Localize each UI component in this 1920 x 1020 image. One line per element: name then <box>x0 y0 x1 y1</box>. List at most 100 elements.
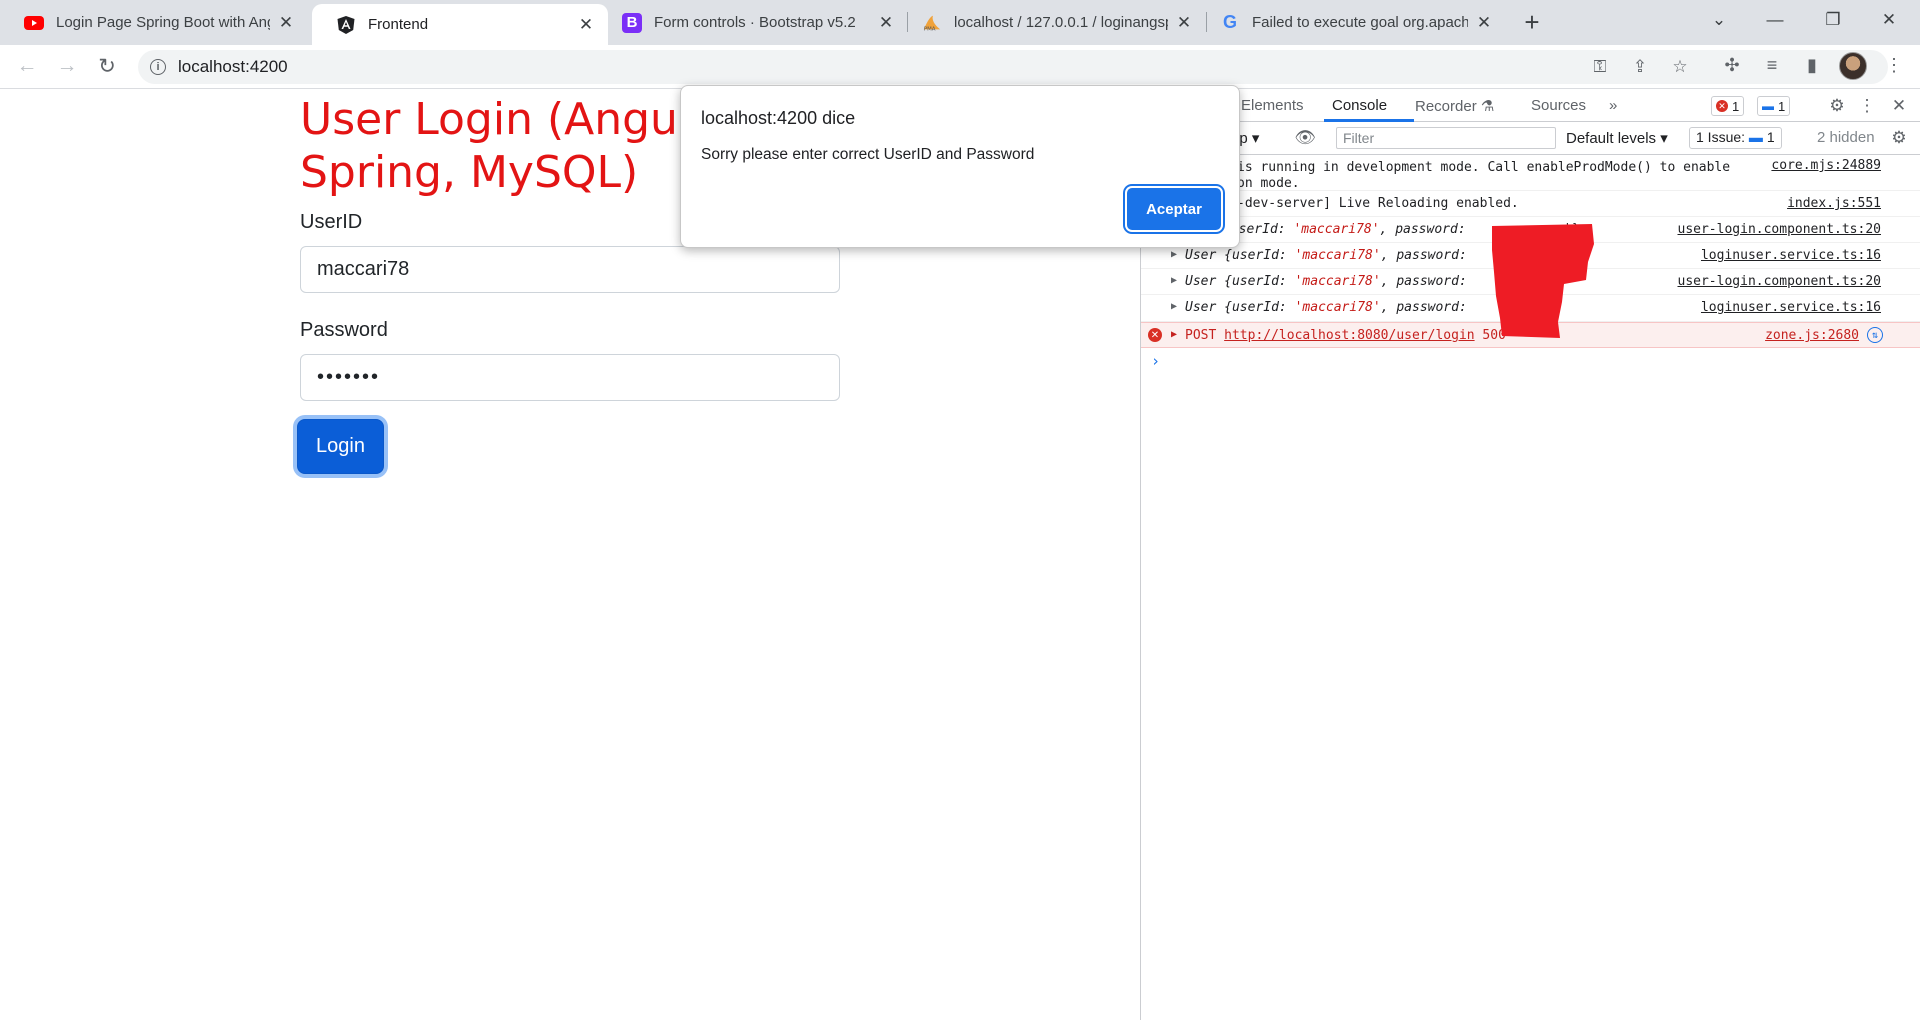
tab-title: localhost / 127.0.0.1 / loginangsp <box>954 14 1168 31</box>
console-filter-input[interactable]: Filter <box>1336 127 1556 149</box>
tab-sources[interactable]: Sources <box>1531 97 1586 114</box>
levels-label: Default levels <box>1566 130 1657 147</box>
console-error-text: POST http://localhost:8080/user/login 50… <box>1185 328 1506 344</box>
password-label: Password <box>300 319 388 341</box>
redaction-scribble <box>1492 224 1594 338</box>
devtools-tabbar: Elements Console Recorder ⚗ Sources » ✕ … <box>1141 89 1920 122</box>
console-prompt[interactable]: › <box>1141 348 1920 374</box>
login-button[interactable]: Login <box>297 419 384 474</box>
expand-caret-icon[interactable]: ▶ <box>1171 329 1177 340</box>
expand-caret-icon[interactable]: ▶ <box>1171 249 1177 260</box>
alert-dialog: localhost:4200 dice Sorry please enter c… <box>680 85 1240 248</box>
star-icon[interactable]: ☆ <box>1668 56 1692 78</box>
console-source-link[interactable]: loginuser.service.ts:16 <box>1701 248 1881 263</box>
avatar[interactable] <box>1839 52 1867 80</box>
console-settings-icon[interactable]: ⚙ <box>1889 128 1909 148</box>
dialog-ok-button[interactable]: Aceptar <box>1127 188 1221 230</box>
key-icon[interactable]: ⚿ <box>1588 56 1612 78</box>
console-toolbar: op ▾ 👁 Filter Default levels ▾ 1 Issue: … <box>1141 122 1920 155</box>
issue-icon: ▬ <box>1748 129 1763 145</box>
issues-button[interactable]: 1 Issue: ▬ 1 <box>1689 127 1782 149</box>
tab-console[interactable]: Console <box>1332 97 1387 114</box>
forward-button[interactable]: → <box>52 51 82 81</box>
phpmyadmin-icon: PMA <box>922 13 942 33</box>
console-source-link[interactable]: loginuser.service.ts:16 <box>1701 300 1881 315</box>
back-button[interactable]: ← <box>12 51 42 81</box>
console-prefix: User <box>1185 300 1225 315</box>
more-options-icon[interactable]: ⋮ <box>1857 96 1877 116</box>
message-badge[interactable]: ▬ 1 <box>1757 96 1791 116</box>
close-window-button[interactable]: ✕ <box>1866 0 1912 40</box>
flask-icon: ⚗ <box>1480 98 1495 115</box>
user-id-value: 'maccari78' <box>1294 248 1381 263</box>
close-tab-icon[interactable]: ✕ <box>576 15 596 35</box>
close-tab-icon[interactable]: ✕ <box>276 13 296 33</box>
dialog-message: Sorry please enter correct UserID and Pa… <box>701 146 1035 163</box>
close-tab-icon[interactable]: ✕ <box>1174 13 1194 33</box>
close-tab-icon[interactable]: ✕ <box>876 13 896 33</box>
url-text[interactable]: localhost:4200 <box>178 57 288 77</box>
user-id-value: 'maccari78' <box>1293 222 1380 237</box>
close-devtools-icon[interactable]: ✕ <box>1889 96 1909 116</box>
request-url-link[interactable]: http://localhost:8080/user/login <box>1224 328 1474 343</box>
console-source-link[interactable]: zone.js:2680 <box>1765 328 1859 343</box>
userid-input[interactable]: maccari78 <box>300 246 840 293</box>
settings-icon[interactable]: ⚙ <box>1827 96 1847 116</box>
tab-phpmyadmin[interactable]: PMA localhost / 127.0.0.1 / loginangsp ✕ <box>908 0 1206 45</box>
youtube-icon <box>24 13 44 33</box>
share-icon[interactable]: ⇪ <box>1628 56 1652 78</box>
error-icon: ✕ <box>1716 100 1728 112</box>
console-text-line1: is running in development mode. Call ena… <box>1237 160 1731 175</box>
address-bar[interactable]: i localhost:4200 ⚿ ⇪ ☆ <box>138 50 1888 84</box>
tab-title: Form controls · Bootstrap v5.2 <box>654 14 856 31</box>
tab-title: Login Page Spring Boot with Angula <box>56 14 270 31</box>
user-id-value: 'maccari78' <box>1294 274 1381 289</box>
issues-count: 1 <box>1766 129 1775 145</box>
user-id-value: 'maccari78' <box>1294 300 1381 315</box>
expand-caret-icon[interactable]: ▶ <box>1171 275 1177 286</box>
tab-search-button[interactable]: ⌄ <box>1696 0 1742 40</box>
tab-frontend[interactable]: Frontend ✕ <box>312 4 608 45</box>
console-source-link[interactable]: index.js:551 <box>1787 196 1881 211</box>
side-panel-icon[interactable]: ▮ <box>1800 54 1824 76</box>
reload-button[interactable]: ↻ <box>92 51 122 81</box>
password-input[interactable]: ••••••• <box>300 354 840 401</box>
console-source-link[interactable]: user-login.component.ts:20 <box>1678 222 1882 237</box>
tab-recorder-label: Recorder <box>1415 98 1477 115</box>
console-source-link[interactable]: core.mjs:24889 <box>1771 158 1881 173</box>
prompt-chevron-icon: › <box>1151 352 1161 370</box>
tab-title: Failed to execute goal org.apache.m <box>1252 14 1468 31</box>
eye-icon[interactable]: 👁 <box>1294 128 1316 148</box>
tab-google[interactable]: G Failed to execute goal org.apache.m ✕ <box>1206 0 1506 45</box>
dialog-title: localhost:4200 dice <box>701 108 856 128</box>
svg-text:PMA: PMA <box>924 26 936 32</box>
tab-bootstrap[interactable]: B Form controls · Bootstrap v5.2 ✕ <box>600 0 908 45</box>
error-badge[interactable]: ✕ 1 <box>1711 96 1745 116</box>
error-icon: ✕ <box>1148 328 1162 342</box>
close-tab-icon[interactable]: ✕ <box>1474 13 1494 33</box>
console-message: is running in development mode. Call ena… <box>1141 155 1920 191</box>
minimize-button[interactable]: — <box>1752 0 1798 40</box>
more-tabs-icon[interactable]: » <box>1609 97 1617 114</box>
tab-youtube[interactable]: Login Page Spring Boot with Angula ✕ <box>0 0 308 45</box>
new-tab-button[interactable]: + <box>1518 7 1546 37</box>
error-count: 1 <box>1732 98 1740 114</box>
levels-dropdown[interactable]: Default levels ▾ <box>1566 129 1668 147</box>
angular-icon <box>336 15 356 35</box>
media-icon[interactable]: ≡ <box>1760 54 1784 76</box>
network-request-icon[interactable]: ⇅ <box>1867 327 1883 343</box>
message-count: 1 <box>1778 98 1786 114</box>
tab-elements[interactable]: Elements <box>1241 97 1304 114</box>
browser-toolbar: ← → ↻ i localhost:4200 ⚿ ⇪ ☆ <box>0 45 1920 89</box>
console-source-link[interactable]: user-login.component.ts:20 <box>1678 274 1882 289</box>
userid-label: UserID <box>300 211 363 233</box>
hidden-count: 2 hidden <box>1817 129 1875 146</box>
extensions-icon[interactable]: ✣ <box>1720 54 1744 76</box>
site-info-icon[interactable]: i <box>150 59 166 75</box>
restore-button[interactable]: ❐ <box>1810 0 1856 40</box>
tab-title: Frontend <box>368 16 429 33</box>
expand-caret-icon[interactable]: ▶ <box>1171 301 1177 312</box>
tab-recorder[interactable]: Recorder ⚗ <box>1415 97 1494 115</box>
menu-icon[interactable]: ⋮ <box>1882 54 1906 76</box>
console-prefix: User <box>1185 274 1225 289</box>
